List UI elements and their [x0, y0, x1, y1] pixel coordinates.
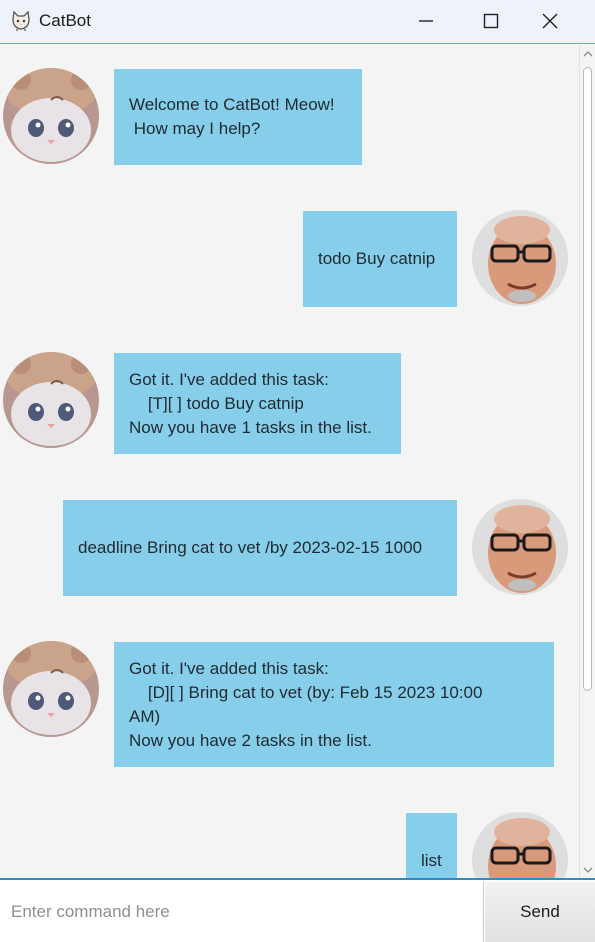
vertical-scrollbar[interactable]	[579, 45, 595, 878]
user-message-bubble: deadline Bring cat to vet /by 2023-02-15…	[63, 500, 457, 596]
message-text: Now you have 2 tasks in the list.	[129, 730, 372, 750]
chevron-down-icon[interactable]	[583, 865, 593, 875]
title-bar: CatBot	[0, 0, 595, 44]
chat-scroll-area[interactable]: Welcome to CatBot! Meow! How may I help?…	[0, 45, 579, 878]
message-text: deadline Bring cat to vet /by 2023-02-15…	[78, 538, 423, 557]
message-text: [T][ ] todo Buy catnip	[129, 393, 304, 413]
user-message-bubble: todo Buy catnip	[303, 211, 457, 307]
message-text: [D][ ] Bring cat to vet (by: Feb 15 2023…	[129, 682, 483, 702]
cat-avatar	[3, 68, 99, 164]
window-title: CatBot	[39, 11, 91, 30]
user-avatar	[472, 499, 568, 595]
message-text: AM)	[129, 706, 161, 726]
message-text: Now you have 1 tasks in the list.	[129, 417, 372, 437]
maximize-icon	[483, 13, 499, 29]
scrollbar-thumb[interactable]	[583, 67, 592, 691]
send-button[interactable]: Send	[485, 882, 595, 942]
minimize-icon	[419, 20, 433, 22]
message-text: todo Buy catnip	[318, 249, 436, 268]
input-bar: Send	[0, 878, 595, 942]
message-text: Welcome to CatBot! Meow!	[129, 95, 335, 114]
message-text: Got it. I've added this task:	[129, 658, 329, 678]
minimize-button[interactable]	[403, 0, 449, 43]
bot-message-bubble: Got it. I've added this task: [T][ ] tod…	[114, 353, 401, 454]
bot-message-bubble: Got it. I've added this task: [D][ ] Bri…	[114, 642, 554, 767]
chevron-up-icon[interactable]	[583, 49, 593, 59]
cat-avatar	[3, 352, 99, 448]
message-text: list	[421, 851, 442, 870]
maximize-button[interactable]	[468, 0, 514, 43]
close-icon	[542, 13, 558, 29]
close-button[interactable]	[540, 0, 586, 43]
cat-icon	[12, 10, 30, 31]
user-message-bubble: list	[406, 813, 457, 878]
user-avatar	[472, 210, 568, 306]
user-avatar	[472, 812, 568, 878]
message-text: Got it. I've added this task:	[129, 369, 329, 389]
bot-message-bubble: Welcome to CatBot! Meow! How may I help?	[114, 69, 362, 165]
command-input[interactable]	[0, 882, 484, 942]
message-text: How may I help?	[129, 119, 261, 138]
cat-avatar	[3, 641, 99, 737]
